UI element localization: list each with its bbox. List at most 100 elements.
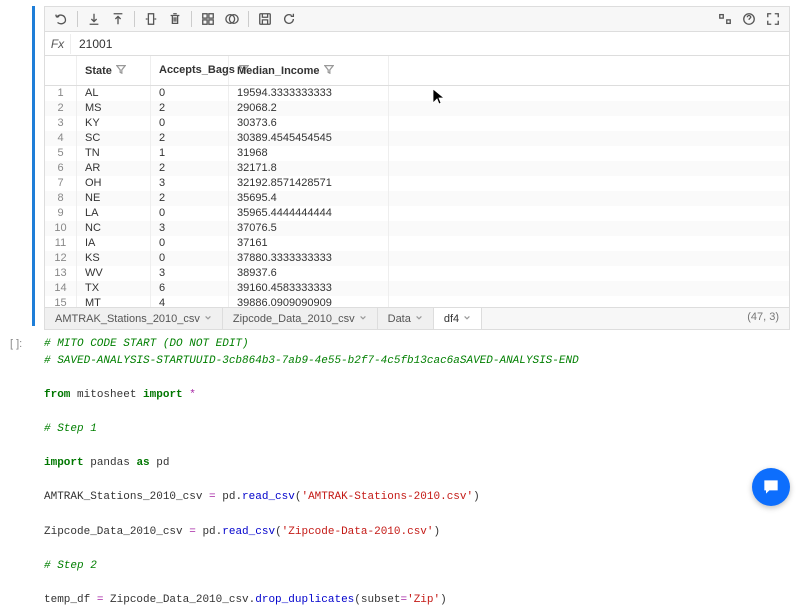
code-cell[interactable]: # MITO CODE START (DO NOT EDIT) # SAVED-… [44,336,790,609]
cell-median-income[interactable]: 19594.3333333333 [229,86,389,101]
cell-state[interactable]: KY [77,116,151,131]
table-row[interactable]: 1AL019594.3333333333 [45,86,789,101]
row-index: 5 [45,146,77,161]
cell-accepts-bags[interactable]: 1 [151,146,229,161]
cell-accepts-bags[interactable]: 0 [151,206,229,221]
cell-median-income[interactable]: 30389.4545454545 [229,131,389,146]
cell-state[interactable]: AL [77,86,151,101]
cell-state[interactable]: IA [77,236,151,251]
cell-accepts-bags[interactable]: 0 [151,236,229,251]
chevron-down-icon[interactable] [463,313,471,325]
replay-icon[interactable] [279,9,299,29]
cell-accepts-bags[interactable]: 3 [151,266,229,281]
cell-state[interactable]: TX [77,281,151,296]
table-row[interactable]: 8NE235695.4 [45,191,789,206]
cell-accepts-bags[interactable]: 3 [151,221,229,236]
cell-state[interactable]: NC [77,221,151,236]
table-row[interactable]: 13WV338937.6 [45,266,789,281]
cell-accepts-bags[interactable]: 2 [151,191,229,206]
cell-state[interactable]: TN [77,146,151,161]
table-row[interactable]: 10NC337076.5 [45,221,789,236]
chevron-down-icon[interactable] [415,313,423,325]
filter-icon[interactable] [324,64,334,77]
cell-accepts-bags[interactable]: 0 [151,86,229,101]
cell-state[interactable]: MT [77,296,151,308]
column-header-state[interactable]: State [77,56,151,85]
cell-median-income[interactable]: 37076.5 [229,221,389,236]
cell-median-income[interactable]: 37161 [229,236,389,251]
row-index: 10 [45,221,77,236]
table-row[interactable]: 12KS037880.3333333333 [45,251,789,266]
row-index: 2 [45,101,77,116]
cell-median-income[interactable]: 39160.4583333333 [229,281,389,296]
tab-zipcode[interactable]: Zipcode_Data_2010_csv [223,308,378,329]
cell-median-income[interactable]: 32192.8571428571 [229,176,389,191]
table-row[interactable]: 4SC230389.4545454545 [45,131,789,146]
cell-state[interactable]: OH [77,176,151,191]
table-row[interactable]: 2MS229068.2 [45,101,789,116]
merge-icon[interactable] [222,9,242,29]
tab-data[interactable]: Data [378,308,434,329]
cell-accepts-bags[interactable]: 0 [151,251,229,266]
cell-median-income[interactable]: 35695.4 [229,191,389,206]
table-row[interactable]: 7OH332192.8571428571 [45,176,789,191]
add-column-icon[interactable] [141,9,161,29]
tab-df4[interactable]: df4 [434,308,482,329]
chat-help-button[interactable] [752,468,790,506]
row-index: 8 [45,191,77,206]
cell-median-income[interactable]: 29068.2 [229,101,389,116]
fullscreen-icon[interactable] [763,9,783,29]
delete-icon[interactable] [165,9,185,29]
cell-median-income[interactable]: 30373.6 [229,116,389,131]
cell-accepts-bags[interactable]: 2 [151,131,229,146]
fx-label: Fx [45,34,71,54]
cell-state[interactable]: NE [77,191,151,206]
pivot-icon[interactable] [198,9,218,29]
tab-label: df4 [444,313,459,325]
data-grid: State Accepts_Bags Median_Income 1AL0195… [44,56,790,308]
sheet-tabs: AMTRAK_Stations_2010_csv Zipcode_Data_20… [44,308,790,330]
cell-accepts-bags[interactable]: 4 [151,296,229,308]
row-index: 6 [45,161,77,176]
fx-value[interactable]: 21001 [71,37,789,51]
help-icon[interactable] [739,9,759,29]
cell-accepts-bags[interactable]: 2 [151,161,229,176]
cell-accepts-bags[interactable]: 0 [151,116,229,131]
cell-state[interactable]: MS [77,101,151,116]
cell-accepts-bags[interactable]: 6 [151,281,229,296]
cell-accepts-bags[interactable]: 2 [151,101,229,116]
cell-median-income[interactable]: 38937.6 [229,266,389,281]
chevron-down-icon[interactable] [204,313,212,325]
cell-median-income[interactable]: 35965.4444444444 [229,206,389,221]
cell-median-income[interactable]: 31968 [229,146,389,161]
save-icon[interactable] [255,9,275,29]
tab-amtrak[interactable]: AMTRAK_Stations_2010_csv [45,308,223,329]
cell-median-income[interactable]: 37880.3333333333 [229,251,389,266]
undo-icon[interactable] [51,9,71,29]
column-header-median-income[interactable]: Median_Income [229,56,389,85]
steps-icon[interactable] [715,9,735,29]
import-icon[interactable] [84,9,104,29]
cell-accepts-bags[interactable]: 3 [151,176,229,191]
table-row[interactable]: 15MT439886.0909090909 [45,296,789,308]
chevron-down-icon[interactable] [359,313,367,325]
cell-median-income[interactable]: 32171.8 [229,161,389,176]
table-row[interactable]: 6AR232171.8 [45,161,789,176]
cell-median-income[interactable]: 39886.0909090909 [229,296,389,308]
export-icon[interactable] [108,9,128,29]
filter-icon[interactable] [116,64,126,77]
cell-state[interactable]: WV [77,266,151,281]
cell-state[interactable]: SC [77,131,151,146]
cell-state[interactable]: KS [77,251,151,266]
row-index: 13 [45,266,77,281]
table-row[interactable]: 11IA037161 [45,236,789,251]
table-row[interactable]: 9LA035965.4444444444 [45,206,789,221]
separator [134,11,135,27]
table-row[interactable]: 14TX639160.4583333333 [45,281,789,296]
row-index: 4 [45,131,77,146]
column-header-accepts-bags[interactable]: Accepts_Bags [151,56,229,85]
table-row[interactable]: 5TN131968 [45,146,789,161]
table-row[interactable]: 3KY030373.6 [45,116,789,131]
cell-state[interactable]: AR [77,161,151,176]
cell-state[interactable]: LA [77,206,151,221]
